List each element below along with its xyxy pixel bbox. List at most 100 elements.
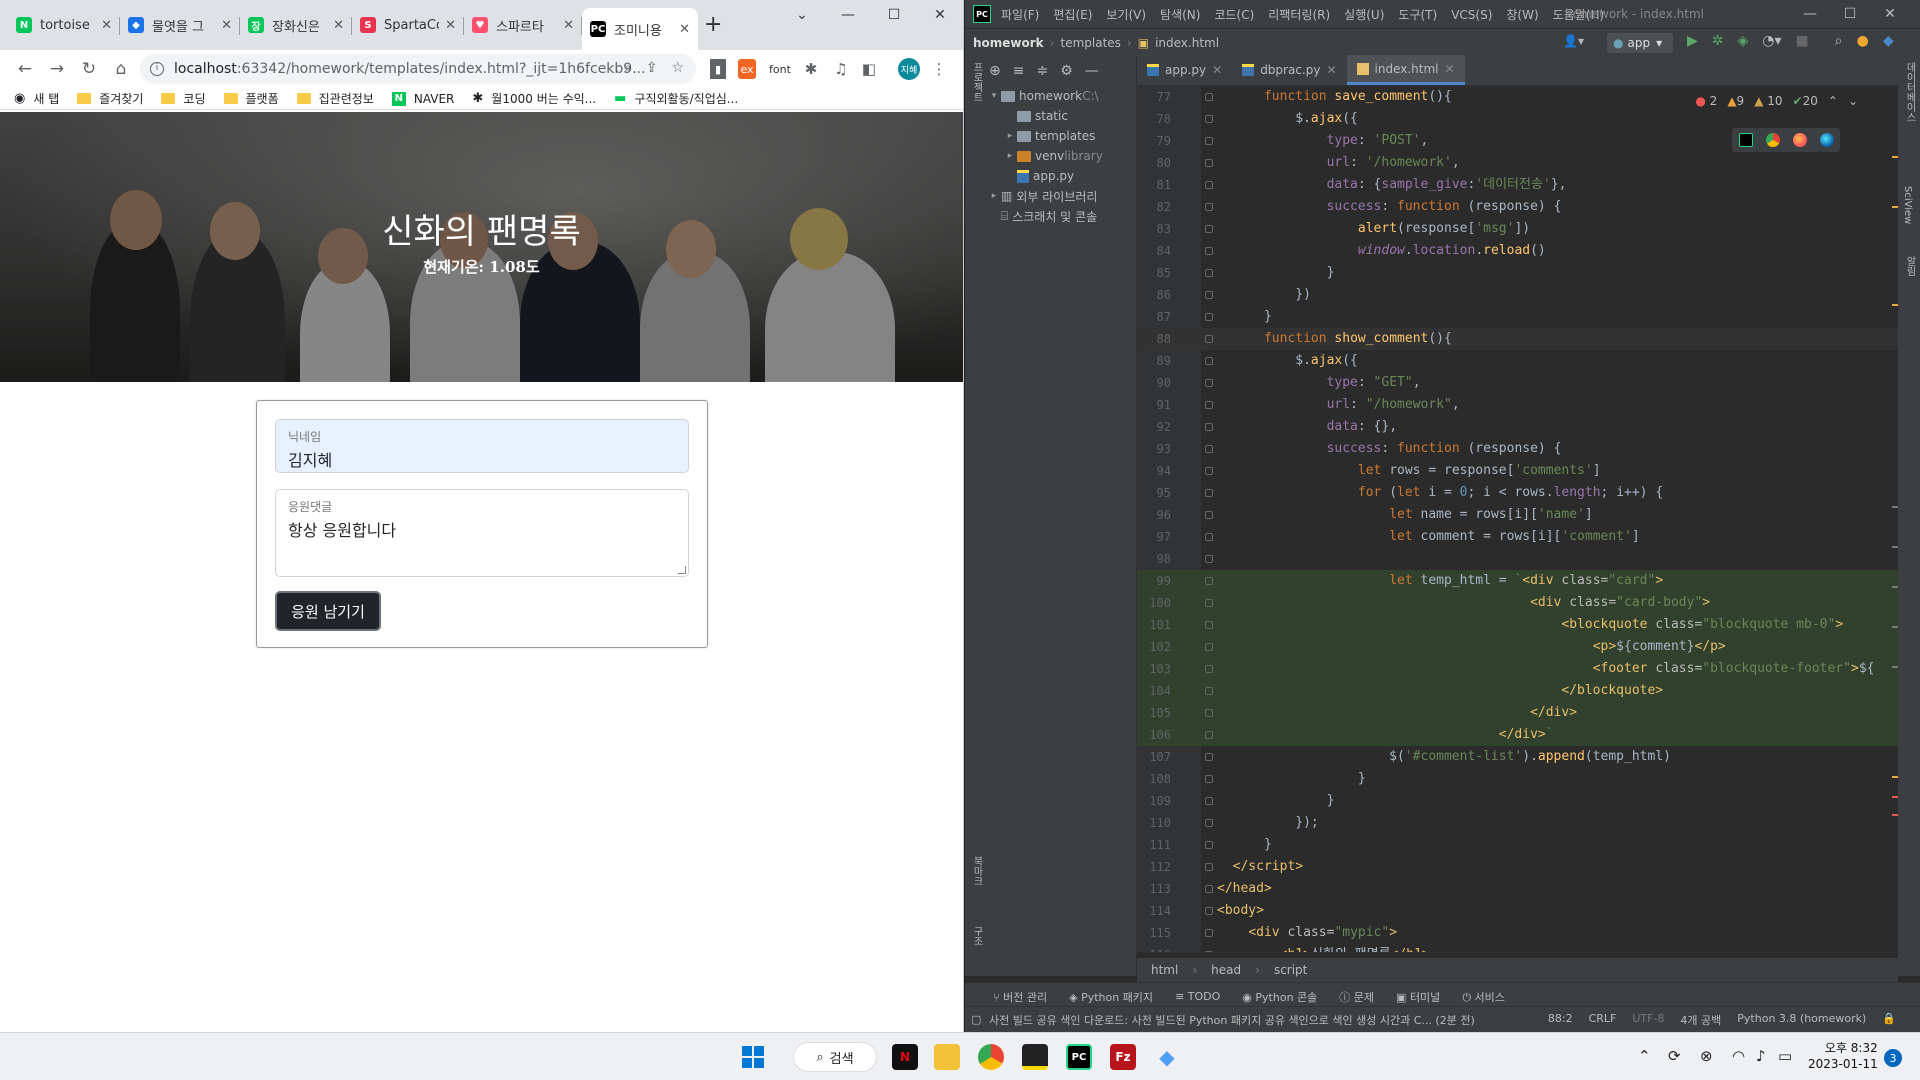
collapse-all-icon[interactable]: ≑ (1036, 63, 1048, 79)
code-line[interactable]: 83 alert(response['msg']) (1137, 218, 1898, 240)
tab-close-icon[interactable]: ✕ (445, 18, 456, 33)
stop-icon[interactable]: ■ (1796, 33, 1809, 49)
edge-icon[interactable] (1819, 133, 1834, 147)
code-line[interactable]: 80 url: '/homework', (1137, 152, 1898, 174)
profile-avatar[interactable]: 지혜 (898, 58, 920, 80)
bookmark-star-icon[interactable]: ☆ (671, 60, 684, 76)
tool-window-button[interactable]: ◈ Python 패키지 (1069, 989, 1153, 1005)
debug-icon[interactable]: ✲ (1712, 33, 1724, 49)
sticky-notes-icon[interactable] (1022, 1044, 1048, 1070)
close-tab-icon[interactable]: ✕ (1445, 62, 1455, 76)
fold-marker-icon[interactable] (1205, 181, 1213, 189)
volume-icon[interactable]: ♪ (1756, 1047, 1766, 1065)
tab-close-icon[interactable]: ✕ (221, 18, 232, 33)
tab-close-icon[interactable]: ✕ (333, 18, 344, 33)
fold-marker-icon[interactable] (1205, 93, 1213, 101)
netflix-icon[interactable]: N (892, 1044, 918, 1070)
code-line[interactable]: 87 } (1137, 306, 1898, 328)
lock-icon[interactable]: 🔒 (1882, 1012, 1896, 1028)
bookmark-item[interactable]: 플랫폼 (223, 90, 279, 107)
tool-window-button[interactable]: ⓘ 문제 (1339, 989, 1374, 1005)
comment-value[interactable]: 항상 응원합니다 (288, 517, 676, 541)
coverage-icon[interactable]: ◈ (1738, 33, 1749, 49)
notifications-tool-tab[interactable]: 알림 (1902, 256, 1917, 276)
nav-crumb-project[interactable]: homework (973, 36, 1044, 50)
code-line[interactable]: 95 for (let i = 0; i < rows.length; i++)… (1137, 482, 1898, 504)
code-line[interactable]: 110 }); (1137, 812, 1898, 834)
structure-tool-tab[interactable]: 구조 (969, 926, 984, 946)
address-bar[interactable]: i localhost:63342/homework/templates/ind… (140, 54, 696, 84)
filezilla-icon[interactable]: Fz (1110, 1044, 1136, 1070)
fold-marker-icon[interactable] (1205, 335, 1213, 343)
prev-highlight-icon[interactable]: ⌃ (1828, 94, 1838, 108)
maximize-button[interactable]: ☐ (872, 0, 916, 30)
hide-panel-icon[interactable]: — (1085, 63, 1099, 79)
fold-marker-icon[interactable] (1205, 599, 1213, 607)
code-crumb-script[interactable]: script (1274, 963, 1307, 977)
status-item[interactable]: UTF-8 (1632, 1012, 1664, 1028)
fold-marker-icon[interactable] (1205, 643, 1213, 651)
kebab-menu-icon[interactable]: ⋮ (932, 59, 947, 79)
submit-comment-button[interactable]: 응원 남기기 (275, 591, 381, 631)
project-tree-item[interactable]: static (985, 106, 1136, 126)
clock[interactable]: 오후 8:32 2023-01-11 (1808, 1040, 1878, 1072)
fold-marker-icon[interactable] (1205, 775, 1213, 783)
expand-arrow-icon[interactable]: ▾ (987, 91, 1001, 101)
next-highlight-icon[interactable]: ⌄ (1848, 94, 1858, 108)
code-line[interactable]: 103 <footer class="blockquote-footer">${ (1137, 658, 1898, 680)
inspection-widget[interactable]: ● 2 ▲9 ▲ 10 ✔20 ⌃ ⌄ (1695, 94, 1858, 108)
forward-icon[interactable]: → (42, 54, 72, 84)
minimize-button[interactable]: — (826, 0, 870, 30)
code-line[interactable]: 88 function show_comment(){ (1137, 328, 1898, 350)
app-diamond-icon[interactable]: ◆ (1154, 1044, 1180, 1070)
ide-menu-item[interactable]: 편집(E) (1053, 8, 1092, 22)
tab-search-icon[interactable]: ⌄ (780, 0, 824, 30)
nickname-value[interactable]: 김지혜 (288, 447, 676, 471)
site-info-icon[interactable]: i (150, 62, 164, 76)
battery-icon[interactable]: ▭ (1778, 1047, 1792, 1065)
notification-badge[interactable]: 3 (1884, 1049, 1902, 1067)
fold-marker-icon[interactable] (1205, 533, 1213, 541)
tool-window-button[interactable]: ⑂ 버전 관리 (993, 989, 1047, 1005)
code-line[interactable]: 93 success: function (response) { (1137, 438, 1898, 460)
status-item[interactable]: 88:2 (1548, 1012, 1573, 1028)
browser-tab[interactable]: ◆ 물엿을 그 ✕ (120, 8, 240, 42)
status-item[interactable]: CRLF (1589, 1012, 1617, 1028)
fold-marker-icon[interactable] (1205, 357, 1213, 365)
fold-marker-icon[interactable] (1205, 423, 1213, 431)
back-icon[interactable]: ← (10, 54, 40, 84)
ide-menu-item[interactable]: 창(W) (1506, 8, 1538, 22)
code-line[interactable]: 114 <body> (1137, 900, 1898, 922)
fold-marker-icon[interactable] (1205, 621, 1213, 629)
bookmark-item[interactable]: 즐겨찾기 (77, 90, 143, 107)
expand-arrow-icon[interactable]: ▸ (1003, 151, 1017, 161)
fold-marker-icon[interactable] (1205, 687, 1213, 695)
code-line[interactable]: 92 data: {}, (1137, 416, 1898, 438)
code-line[interactable]: 97 let comment = rows[i]['comment'] (1137, 526, 1898, 548)
fold-marker-icon[interactable] (1205, 731, 1213, 739)
browser-tab[interactable]: ♥ 스파르타 ✕ (464, 8, 582, 42)
ide-menu-item[interactable]: 리팩터링(R) (1268, 8, 1330, 22)
tray-overflow-icon[interactable]: ⌃ (1638, 1047, 1651, 1065)
fold-marker-icon[interactable] (1205, 269, 1213, 277)
chrome-icon[interactable] (1765, 133, 1780, 147)
database-tool-tab[interactable]: 데이터베이스 (1902, 62, 1917, 122)
resize-handle-icon[interactable] (678, 566, 686, 574)
ide-menu-item[interactable]: 도구(T) (1398, 8, 1437, 22)
tool-window-button[interactable]: ⏻ 서비스 (1462, 989, 1505, 1005)
ide-menu-item[interactable]: 보기(V) (1106, 8, 1146, 22)
ide-maximize-button[interactable]: ☐ (1830, 0, 1870, 28)
project-tool-tab[interactable]: 프로젝트 (969, 62, 984, 102)
bookmarks-tool-tab[interactable]: 북마크 (969, 856, 984, 886)
tab-close-icon[interactable]: ✕ (101, 18, 112, 33)
code-line[interactable]: 106 </div>` (1137, 724, 1898, 746)
locate-icon[interactable]: ⊕ (989, 63, 1001, 79)
fold-marker-icon[interactable] (1205, 401, 1213, 409)
project-tree-item[interactable]: ▸ templates (985, 126, 1136, 146)
code-line[interactable]: 102 <p>${comment}</p> (1137, 636, 1898, 658)
home-icon[interactable]: ⌂ (106, 54, 136, 84)
fold-marker-icon[interactable] (1205, 665, 1213, 673)
fold-marker-icon[interactable] (1205, 753, 1213, 761)
bookmark-item[interactable]: ◉ 새 탭 (14, 90, 59, 107)
fold-marker-icon[interactable] (1205, 841, 1213, 849)
